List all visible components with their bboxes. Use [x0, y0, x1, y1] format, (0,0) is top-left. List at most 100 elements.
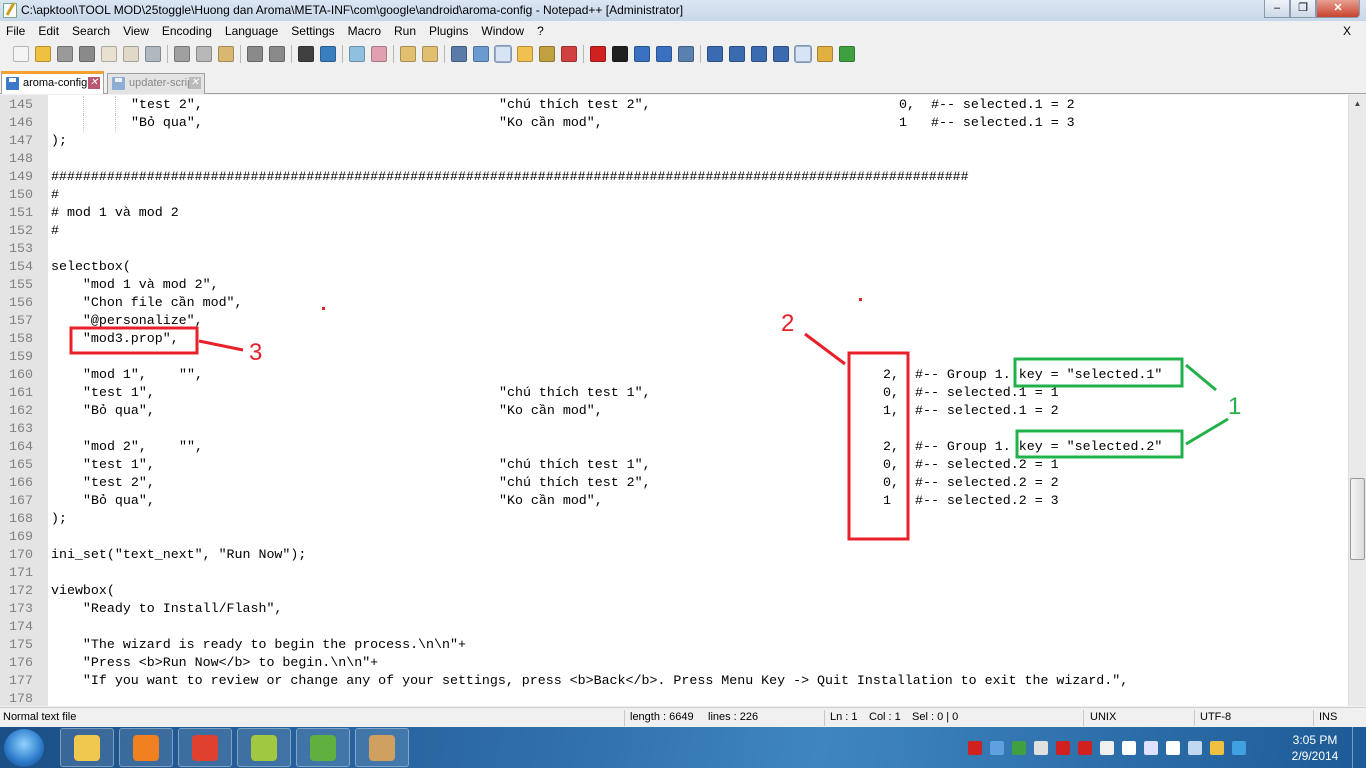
volume-icon[interactable] — [1166, 741, 1180, 755]
flag-icon[interactable] — [1034, 741, 1048, 755]
code-line[interactable]: 166 "test 2", "chú thích test 2", 0, #-- sel… — [0, 474, 1348, 492]
show-all-chars-icon[interactable] — [473, 46, 489, 62]
redo-icon[interactable] — [269, 46, 285, 62]
code-line[interactable]: 152 # — [0, 222, 1348, 240]
taskbar-app-button[interactable] — [178, 728, 232, 767]
action-center-icon[interactable] — [1188, 741, 1202, 755]
taskbar-app-button[interactable] — [60, 728, 114, 767]
print-icon[interactable] — [145, 46, 161, 62]
maximize-button[interactable]: ❐ — [1290, 0, 1316, 18]
show-desktop-button[interactable] — [1352, 727, 1366, 768]
code-line[interactable]: 171 — [0, 564, 1348, 582]
scrollbar-thumb[interactable] — [1350, 478, 1365, 560]
zoom-out-icon[interactable] — [371, 46, 387, 62]
code-line[interactable]: 163 — [0, 420, 1348, 438]
code-line[interactable]: 157 "@personalize", — [0, 312, 1348, 330]
code-line[interactable]: 153 — [0, 240, 1348, 258]
code-line[interactable]: 154 selectbox( — [0, 258, 1348, 276]
cut-icon[interactable] — [174, 46, 190, 62]
code-line[interactable]: 147); — [0, 132, 1348, 150]
menu-encoding[interactable]: Encoding — [156, 24, 219, 38]
bug-icon[interactable] — [1056, 741, 1070, 755]
taskbar-app-button[interactable] — [355, 728, 409, 767]
code-line[interactable]: 162 "Bỏ qua", "Ko cần mod", 1, #-- selected.… — [0, 402, 1348, 420]
tab-aroma-config[interactable]: aroma-config ✕ — [1, 71, 104, 94]
code-line[interactable]: 145 "test 2", "chú thích test 2", 0, #-- sel… — [0, 96, 1348, 114]
bug2-icon[interactable] — [1078, 741, 1092, 755]
menu-help[interactable]: ? — [531, 24, 551, 38]
taskbar-app-button[interactable] — [237, 728, 291, 767]
menu-run[interactable]: Run — [388, 24, 423, 38]
menu-language[interactable]: Language — [219, 24, 285, 38]
network-share-icon[interactable] — [1012, 741, 1026, 755]
menu-edit[interactable]: Edit — [32, 24, 66, 38]
menu-macro[interactable]: Macro — [342, 24, 388, 38]
dropbox-icon[interactable] — [990, 741, 1004, 755]
code-line[interactable]: 169 — [0, 528, 1348, 546]
save-all-icon[interactable] — [79, 46, 95, 62]
new-file-icon[interactable] — [13, 46, 29, 62]
code-line[interactable]: 146 "Bỏ qua", "Ko cần mod", 1 #-- selected.1… — [0, 114, 1348, 132]
find-icon[interactable] — [298, 46, 314, 62]
doc-map-icon[interactable] — [539, 46, 555, 62]
code-line[interactable]: 167 "Bỏ qua", "Ko cần mod", 1 #-- selected.2… — [0, 492, 1348, 510]
clock[interactable]: 3:05 PM 2/9/2014 — [1290, 732, 1340, 764]
save-icon[interactable] — [57, 46, 73, 62]
code-line[interactable]: 170 ini_set("text_next", "Run Now"); — [0, 546, 1348, 564]
code-line[interactable]: 168); — [0, 510, 1348, 528]
close-icon[interactable] — [101, 46, 117, 62]
play-macro-icon[interactable] — [634, 46, 650, 62]
close-all-icon[interactable] — [123, 46, 139, 62]
close-button[interactable]: ✕ — [1316, 0, 1360, 18]
code-line[interactable]: 175 "The wizard is ready to begin the pr… — [0, 636, 1348, 654]
copy-icon[interactable] — [196, 46, 212, 62]
stop-macro-icon[interactable] — [612, 46, 628, 62]
menu-settings[interactable]: Settings — [285, 24, 341, 38]
menu-view[interactable]: View — [117, 24, 156, 38]
usb-icon[interactable] — [1100, 741, 1114, 755]
play-multiple-icon[interactable] — [656, 46, 672, 62]
vivaldi-icon[interactable] — [968, 741, 982, 755]
code-line[interactable]: 173 "Ready to Install/Flash", — [0, 600, 1348, 618]
menu-plugins[interactable]: Plugins — [423, 24, 475, 38]
tab-close-icon[interactable]: ✕ — [189, 77, 201, 89]
arrow-down-icon[interactable] — [751, 46, 767, 62]
magic-wand-icon[interactable] — [1210, 741, 1224, 755]
spell-options-icon[interactable] — [817, 46, 833, 62]
udl-icon[interactable] — [517, 46, 533, 62]
sync-vertical-icon[interactable] — [400, 46, 416, 62]
tab-updater-script[interactable]: updater-script ✕ — [107, 73, 205, 94]
code-line[interactable]: 176 "Press <b>Run Now</b> to begin.\n\n"… — [0, 654, 1348, 672]
code-line[interactable]: 165 "test 1", "chú thích test 1", 0, #-- sel… — [0, 456, 1348, 474]
menu-window[interactable]: Window — [475, 24, 531, 38]
code-line[interactable]: 158 "mod3.prop", — [0, 330, 1348, 348]
code-line[interactable]: 159 — [0, 348, 1348, 366]
bluetooth-icon[interactable] — [1144, 741, 1158, 755]
minimize-button[interactable]: – — [1264, 0, 1290, 18]
code-line[interactable]: 150 # — [0, 186, 1348, 204]
sync-horizontal-icon[interactable] — [422, 46, 438, 62]
code-line[interactable]: 178 — [0, 690, 1348, 706]
scroll-up-icon[interactable]: ▲ — [1349, 95, 1366, 112]
code-line[interactable]: 155 "mod 1 và mod 2", — [0, 276, 1348, 294]
spell-auto-icon[interactable] — [839, 46, 855, 62]
paste-icon[interactable] — [218, 46, 234, 62]
menu-search[interactable]: Search — [66, 24, 117, 38]
code-line[interactable]: 151 # mod 1 và mod 2 — [0, 204, 1348, 222]
zoom-in-icon[interactable] — [349, 46, 365, 62]
collapse-icon[interactable] — [707, 46, 723, 62]
start-button[interactable] — [4, 729, 44, 767]
function-list-icon[interactable] — [561, 46, 577, 62]
record-macro-icon[interactable] — [590, 46, 606, 62]
code-line[interactable]: 156 "Chon file cần mod", — [0, 294, 1348, 312]
code-line[interactable]: 160 "mod 1", "", 2, #-- Group 1. key = "sele… — [0, 366, 1348, 384]
code-line[interactable]: 148 — [0, 150, 1348, 168]
vertical-scrollbar[interactable]: ▲ — [1348, 95, 1366, 706]
replace-icon[interactable] — [320, 46, 336, 62]
save-macro-icon[interactable] — [678, 46, 694, 62]
tab-close-icon[interactable]: ✕ — [88, 77, 100, 89]
code-line[interactable]: 164 "mod 2", "", 2, #-- Group 1. key = "sele… — [0, 438, 1348, 456]
undo-icon[interactable] — [247, 46, 263, 62]
code-line[interactable]: 174 — [0, 618, 1348, 636]
code-line[interactable]: 161 "test 1", "chú thích test 1", 0, #-- sel… — [0, 384, 1348, 402]
